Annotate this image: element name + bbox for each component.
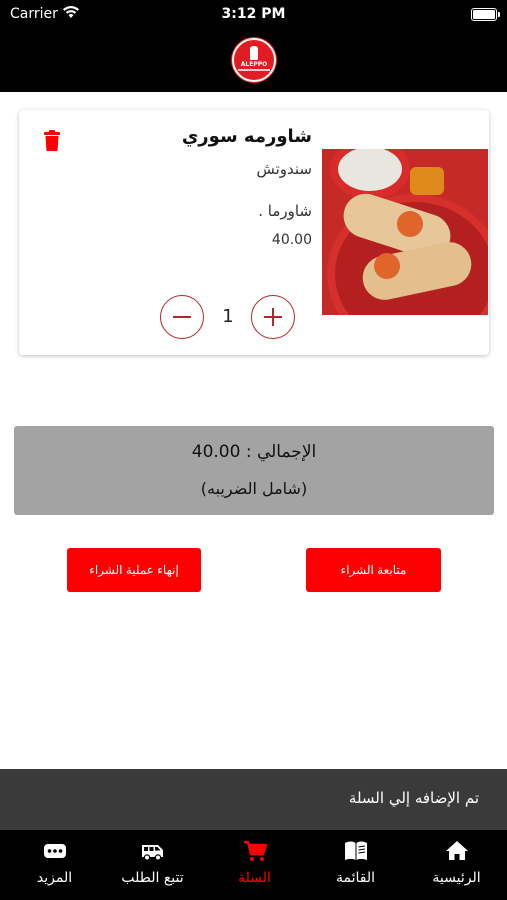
product-name: شاورمه سوري [181,126,312,147]
trash-icon[interactable] [43,130,61,152]
tab-more[interactable]: المزيد [4,830,105,900]
product-description: شاورما . [258,202,312,220]
logo-text: ALEPPO [240,61,268,68]
tab-track-order[interactable]: تتبع الطلب [102,830,203,900]
brand-logo[interactable]: ALEPPO [232,38,276,82]
toast-notification: تم الإضافه إلي السلة [0,769,507,830]
tab-label: تتبع الطلب [121,870,184,886]
tab-label: السلة [238,870,271,886]
more-icon [44,844,66,858]
order-total: 40.00 : الإجمالي [191,442,317,462]
chef-figure-icon [250,46,258,60]
continue-shopping-button[interactable]: متابعة الشراء [306,548,441,592]
increase-quantity-button[interactable] [251,295,295,339]
tab-cart[interactable]: السلة [204,830,305,900]
tab-label: المزيد [36,870,73,886]
quantity-value: 1 [222,306,234,327]
bottom-tab-bar: الرئيسية القائمة السلة تتبع الطلب المزيد [0,830,507,900]
tab-label: الرئيسية [432,870,481,886]
status-bar: Carrier 3:12 PM [0,0,507,30]
status-time: 3:12 PM [221,6,286,22]
product-category: سندوتش [256,160,312,178]
tax-note: (شامل الضريبه) [200,479,308,498]
tab-menu[interactable]: القائمة [305,830,406,900]
minus-icon [173,316,191,318]
product-price: 40.00 [271,232,312,248]
finish-checkout-button[interactable]: إنهاء عملية الشراء [67,548,201,592]
plus-icon [264,308,282,326]
battery-icon [471,8,500,21]
van-icon [142,845,163,861]
cart-icon [244,840,267,861]
menu-book-icon [345,841,367,860]
decrease-quantity-button[interactable] [160,295,204,339]
toast-message: تم الإضافه إلي السلة [348,789,479,807]
product-image [322,149,488,315]
logo-underline [238,69,270,71]
cart-item-card: شاورمه سوري سندوتش شاورما . 40.00 1 [19,110,489,355]
order-total-box: 40.00 : الإجمالي (شامل الضريبه) [14,426,494,515]
home-icon [446,841,468,860]
tab-label: القائمة [336,870,375,886]
top-navigation-bar: ALEPPO [0,30,507,92]
tab-home[interactable]: الرئيسية [406,830,507,900]
